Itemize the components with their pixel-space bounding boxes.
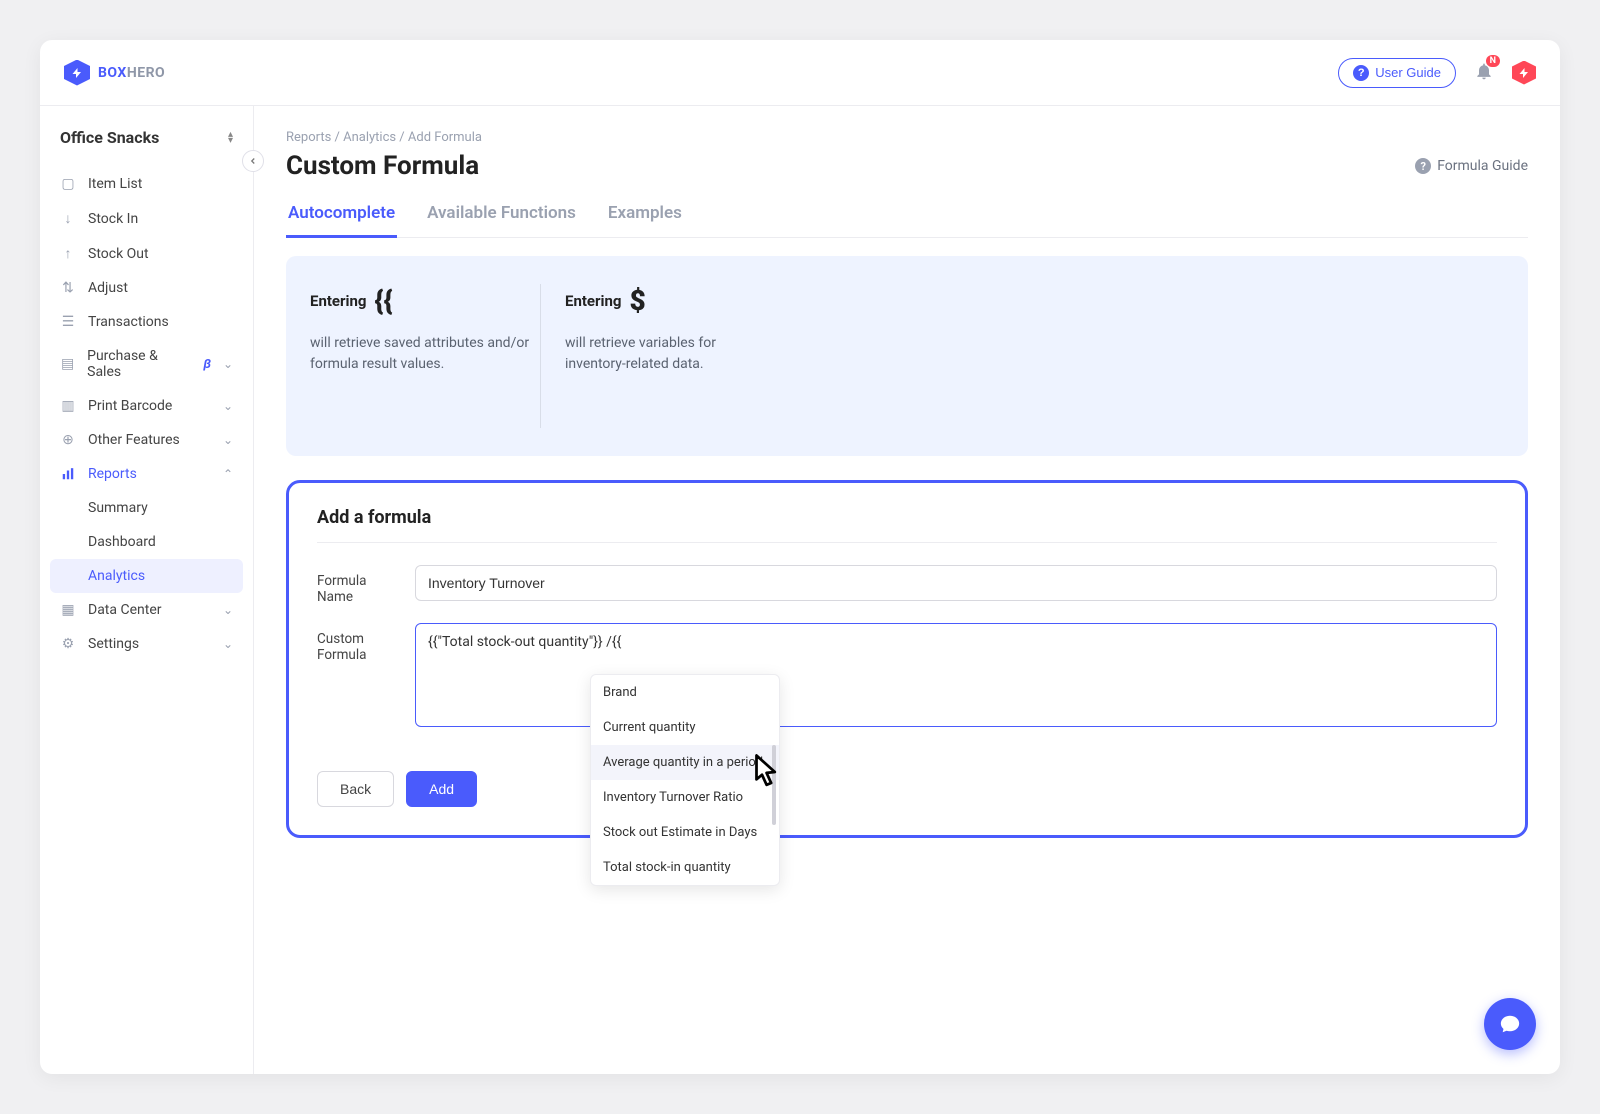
sidebar-other-features[interactable]: ⊕ Other Features ⌄ (50, 423, 243, 457)
sidebar-purchase-sales[interactable]: ▤ Purchase & Sales β ⌄ (50, 339, 243, 389)
sidebar-adjust[interactable]: ⇅ Adjust (50, 271, 243, 305)
info-panel: Entering {{ will retrieve saved attribut… (286, 256, 1528, 456)
info-desc-1: will retrieve saved attributes and/or fo… (310, 333, 540, 375)
list-icon: ☰ (60, 314, 76, 330)
sidebar-reports[interactable]: Reports ⌃ (50, 457, 243, 491)
divider (317, 542, 1497, 543)
dropdown-item[interactable]: Brand (591, 675, 779, 710)
user-guide-label: User Guide (1375, 65, 1441, 80)
sidebar-stock-in[interactable]: ↓ Stock In (50, 201, 243, 236)
avatar[interactable] (1512, 61, 1536, 85)
adjust-icon: ⇅ (60, 280, 76, 296)
dropdown-item[interactable]: Current quantity (591, 710, 779, 745)
sidebar: Office Snacks ▴▾ ▢ Item List ↓ Stock In … (40, 106, 254, 1074)
box-icon: ▢ (60, 176, 76, 192)
upload-icon: ↑ (60, 245, 76, 262)
logo-text-1: BOX (98, 65, 127, 81)
sidebar-print-barcode[interactable]: ▥ Print Barcode ⌄ (50, 389, 243, 423)
chevron-down-icon: ⌄ (223, 637, 233, 651)
info-head-2: Entering (565, 292, 621, 310)
sidebar-data-center[interactable]: ▦ Data Center ⌄ (50, 593, 243, 627)
gear-icon: ⚙ (60, 636, 76, 652)
chevron-up-icon: ⌃ (223, 467, 233, 481)
page-title: Custom Formula (286, 151, 479, 181)
chat-fab[interactable] (1484, 998, 1536, 1050)
formula-name-input[interactable] (415, 565, 1497, 601)
sidebar-transactions[interactable]: ☰ Transactions (50, 305, 243, 339)
plus-icon: ⊕ (60, 432, 76, 448)
workspace-selector[interactable]: Office Snacks ▴▾ (50, 124, 243, 167)
tab-available-functions[interactable]: Available Functions (425, 195, 578, 238)
doc-icon: ▤ (60, 356, 75, 372)
download-icon: ↓ (60, 210, 76, 227)
help-icon: ? (1353, 65, 1369, 81)
tabs: Autocomplete Available Functions Example… (286, 195, 1528, 238)
beta-badge: β (203, 357, 211, 372)
main-content: Reports / Analytics / Add Formula Custom… (254, 106, 1560, 1074)
sidebar-reports-dashboard[interactable]: Dashboard (50, 525, 243, 559)
breadcrumb[interactable]: Reports / Analytics / Add Formula (286, 130, 1528, 145)
logo-icon (64, 60, 90, 86)
chart-icon (60, 467, 76, 481)
cursor-icon (740, 750, 784, 803)
barcode-icon: ▥ (60, 398, 76, 414)
database-icon: ▦ (60, 602, 76, 618)
chevron-down-icon: ⌄ (223, 603, 233, 617)
sidebar-stock-out[interactable]: ↑ Stock Out (50, 236, 243, 271)
sidebar-collapse-button[interactable] (242, 150, 264, 172)
back-button[interactable]: Back (317, 771, 394, 807)
app-header: BOXHERO ? User Guide N (40, 40, 1560, 106)
tab-examples[interactable]: Examples (606, 195, 684, 238)
info-head-1: Entering (310, 292, 366, 310)
user-guide-button[interactable]: ? User Guide (1338, 58, 1456, 88)
sidebar-settings[interactable]: ⚙ Settings ⌄ (50, 627, 243, 661)
sidebar-reports-analytics[interactable]: Analytics (50, 559, 243, 593)
dollar-icon: $ (629, 284, 645, 317)
sidebar-reports-summary[interactable]: Summary (50, 491, 243, 525)
chevron-down-icon: ⌄ (223, 357, 233, 371)
custom-formula-label: Custom Formula (317, 623, 401, 663)
formula-name-label: Formula Name (317, 565, 401, 605)
add-formula-panel: Add a formula Formula Name Custom Formul… (286, 480, 1528, 838)
updown-chevron-icon: ▴▾ (228, 132, 233, 144)
formula-guide-link[interactable]: ? Formula Guide (1415, 158, 1528, 174)
add-button[interactable]: Add (406, 771, 477, 807)
chevron-down-icon: ⌄ (223, 433, 233, 447)
notification-badge: N (1486, 55, 1500, 67)
dropdown-item[interactable]: Total stock-in quantity (591, 850, 779, 885)
logo-text-2: HERO (127, 65, 165, 81)
info-desc-2: will retrieve variables for inventory-re… (565, 333, 770, 375)
custom-formula-input[interactable]: {{"Total stock-out quantity"}} /{{ (415, 623, 1497, 727)
form-title: Add a formula (317, 507, 1497, 528)
curly-braces-icon: {{ (374, 284, 392, 317)
notifications-button[interactable]: N (1474, 61, 1494, 85)
chevron-down-icon: ⌄ (223, 399, 233, 413)
sidebar-item-list[interactable]: ▢ Item List (50, 167, 243, 201)
workspace-name: Office Snacks (60, 128, 159, 147)
tab-autocomplete[interactable]: Autocomplete (286, 195, 397, 238)
help-icon: ? (1415, 158, 1431, 174)
dropdown-item[interactable]: Stock out Estimate in Days (591, 815, 779, 850)
logo[interactable]: BOXHERO (64, 60, 165, 86)
